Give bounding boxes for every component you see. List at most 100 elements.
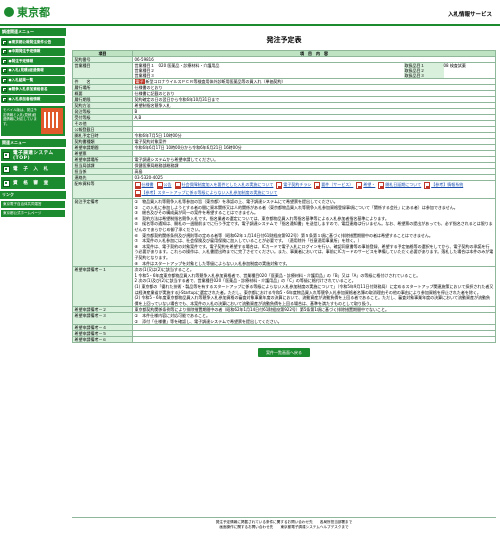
sidebar-menu-label: ●競争入札参加資格者名 (8, 87, 48, 91)
sidebar-external-link[interactable]: 東京都公式ホームページ (1, 209, 65, 217)
logo-text: 東京都 (17, 6, 50, 19)
row-value: 令和6年7月5日 10時00分 (134, 133, 182, 138)
table-row: 発注予定備考 ① 物品買入れ等競争入札等参加の旨（東京都）を承認の上、電子調達シス… (72, 197, 496, 268)
mobile-notice-text: モバイル版は、発注予定情報と入札(見積)経過情報に対応しています。 (3, 108, 37, 126)
row-value-cell: ① 本件仕様内容に対応可能であること。 ② 添付「仕様書」等を確認し、電子調達シ… (132, 312, 496, 326)
row-value-cell: 営業種目１ 020 医薬品・診療材料・介護用品 取扱品目１ 08 検査試薬 営業種目２ 取… (132, 62, 496, 79)
pdf-file-icon (134, 190, 141, 197)
tokyo-logo[interactable]: 東京都 (4, 5, 50, 19)
menu-bullet-icon (2, 39, 7, 45)
table-row: 配布資料等 仕様書 公告 社会保障制度加入を要件とした入札の実施について 電子契約チラシ… (72, 180, 496, 199)
document-link[interactable]: 要件（サービス） (314, 182, 353, 189)
item-value (444, 73, 494, 78)
document-link[interactable]: 【参考】情報系統 (424, 182, 463, 189)
row-value: 高島 (134, 169, 143, 174)
row-value-cell: ① 物品買入れ等競争入札等参加の旨（東京都）を承認の上、電子調達システムにて希望… (132, 197, 496, 268)
menu-bullet-icon (2, 68, 7, 73)
main-content: 発注予定表 項目 項 目 内 容 契約番号 06-59816 営業種目 営業種目１ 02… (72, 28, 496, 358)
sidebar-menu-label: ●入札(見積)経過情報 (8, 68, 44, 72)
document-name: 電子契約チラシ (283, 182, 312, 187)
row-value-cell (132, 336, 496, 344)
sidebar-system-label: 電子調達システム(TOP) (13, 150, 54, 161)
row-label: 希望申請備考－１ (72, 266, 133, 308)
menu-bullet-icon (2, 58, 7, 64)
sidebar-menu-item[interactable]: ●中期発注予定情報 (1, 47, 65, 56)
category-label: 営業種目３ (134, 73, 155, 78)
row-value-cell: 次の(1)又は(2)に該当すること。 1 令和5・6年度東京都物品買入れ等競争入… (132, 266, 496, 308)
sidebar-menu-item[interactable]: ●競争入札参加資格者名 (1, 85, 65, 94)
sidebar-menu-item[interactable]: ●東京都公報発注案件公告 (1, 38, 65, 46)
system-icon (3, 165, 10, 173)
sidebar-system-label: 電 子 入 札 (13, 167, 49, 172)
document-name: 公告 (163, 182, 172, 187)
pdf-file-icon (424, 182, 431, 189)
pdf-file-icon (174, 182, 181, 189)
sidebar-menu-item[interactable]: ●発注予定情報 (1, 57, 65, 65)
document-link[interactable]: 電子契約チラシ (276, 182, 311, 189)
pdf-file-icon (356, 182, 363, 189)
document-name: 要件（サービス） (321, 182, 354, 187)
row-value: 次の(1)又は(2)に該当すること。 1 令和5・6年度東京都物品買入れ等競争入… (134, 267, 494, 306)
row-value: 令和6年6月17日 10時00分から令和6年6月21日 16時00分 (134, 145, 242, 150)
document-name: 【参考】情報系統 (431, 182, 464, 187)
sidebar-menu-item[interactable]: ●入札(見積)経過情報 (1, 66, 65, 75)
pdf-file-icon (156, 182, 163, 189)
row-value: 希望制指名競争入札 (134, 103, 171, 108)
pdf-file-icon (314, 182, 321, 189)
pdf-file-icon (276, 182, 283, 189)
sidebar-heading: 調達関連メニュー (0, 28, 66, 36)
sidebar-menu-item[interactable]: ●入札参加者格情報 (1, 95, 65, 103)
item-label: 取扱品目３ (403, 73, 444, 78)
document-name: 希望・ (363, 182, 376, 187)
footer: 発注予定情報に掲載されている条件に関するお問い合わせ先 各局所担当部署まで 画面… (72, 517, 496, 530)
document-link[interactable]: 社会保障制度加入を要件とした入札の実施について (174, 182, 273, 189)
row-value: A,B (134, 115, 142, 120)
sidebar-related-heading: 関連メニュー (0, 139, 66, 147)
document-link[interactable]: 仕様書 (134, 182, 154, 189)
system-icon (3, 179, 10, 187)
document-link[interactable]: 希望・ (356, 182, 375, 189)
sidebar-system-link[interactable]: 資 格 審 査 (1, 177, 65, 189)
row-value: 電子契約対象案件 (134, 139, 167, 144)
sidebar-system-link[interactable]: 電 子 入 札 (1, 163, 65, 175)
document-link[interactable]: 【参考】スタートアップに係る等級によらない入札参加制度の実施について (134, 190, 277, 197)
row-value: 仕様書のとおり (134, 85, 163, 90)
document-link[interactable]: 開札日延期について (378, 182, 421, 189)
row-value: 東京都契約関係条例等により排除措置期間中の者（昭和62年1月14日付61財経庶第… (134, 307, 389, 313)
row-value: 保健医療局総務部総務課 (134, 163, 179, 168)
sidebar-system-link[interactable]: 電子調達システム(TOP) (1, 149, 65, 161)
document-name: 仕様書 (141, 182, 154, 187)
document-link[interactable]: 公告 (156, 182, 172, 189)
row-label: 希望申請備考－６ (72, 336, 133, 344)
pdf-file-icon (134, 182, 141, 189)
row-label: 配布資料等 (72, 180, 133, 199)
sidebar-menu-label: ●入札結果一覧 (8, 77, 34, 82)
sidebar-external-link[interactable]: 東京電子自治体共同運営 (1, 201, 65, 208)
row-value: ① 本件仕様内容に対応可能であること。 ② 添付「仕様書」等を確認し、電子調達シ… (134, 313, 282, 324)
category-line: 営業種目３ 取扱品目３ (135, 73, 494, 78)
sidebar-links-heading: リンク (0, 191, 66, 199)
back-to-list-button[interactable]: 案件一覧画面へ戻る (258, 348, 310, 358)
sidebar-menu-label: ●発注予定情報 (8, 58, 34, 63)
document-list: 仕様書 公告 社会保障制度加入を要件とした入札の実施について 電子契約チラシ 要件（サー… (134, 181, 494, 198)
mobile-notice[interactable]: モバイル版は、発注予定情報と入札(見積)経過情報に対応しています。 (1, 106, 65, 136)
sidebar-menu-item[interactable]: ●入札結果一覧 (1, 76, 65, 84)
row-value: 電子調達システムから希望申請してください。 (134, 157, 219, 162)
table-row: 希望申請備考－３ ① 本件仕様内容に対応可能であること。 ② 添付「仕様書」等を確… (72, 312, 496, 326)
row-value: 03-5320-4025 (134, 175, 163, 180)
menu-bullet-icon (2, 77, 7, 83)
row-value: 仕様書に記載のとおり (134, 91, 175, 96)
table-row: 希望申請備考－１ 次の(1)又は(2)に該当すること。 1 令和5・6年度東京都物… (72, 266, 496, 308)
system-icon (3, 151, 10, 159)
pdf-file-icon (378, 182, 385, 189)
sidebar-menu-label: ●入札参加者格情報 (8, 96, 41, 101)
row-value-cell: 仕様書 公告 社会保障制度加入を要件とした入札の実施について 電子契約チラシ 要件（サー… (132, 180, 496, 199)
category-value (159, 73, 404, 78)
row-value: 新型コロナウイルスＰＣＲ等検査用体外診断用医薬品等の買入れ（単価契約） (145, 79, 286, 84)
tokyo-emblem-icon (4, 7, 14, 17)
qr-code-icon (41, 108, 63, 134)
sidebar: 調達関連メニュー ●東京都公報発注案件公告 ●中期発注予定情報 ●発注予定情報 ●入札… (0, 28, 66, 542)
row-value: 契約確定の日の翌日から令和6年10月31日まで (134, 97, 220, 102)
electronic-badge: 電子 (134, 79, 145, 84)
detail-table: 項目 項 目 内 容 契約番号 06-59816 営業種目 営業種目１ 020 医薬品・… (72, 50, 496, 344)
